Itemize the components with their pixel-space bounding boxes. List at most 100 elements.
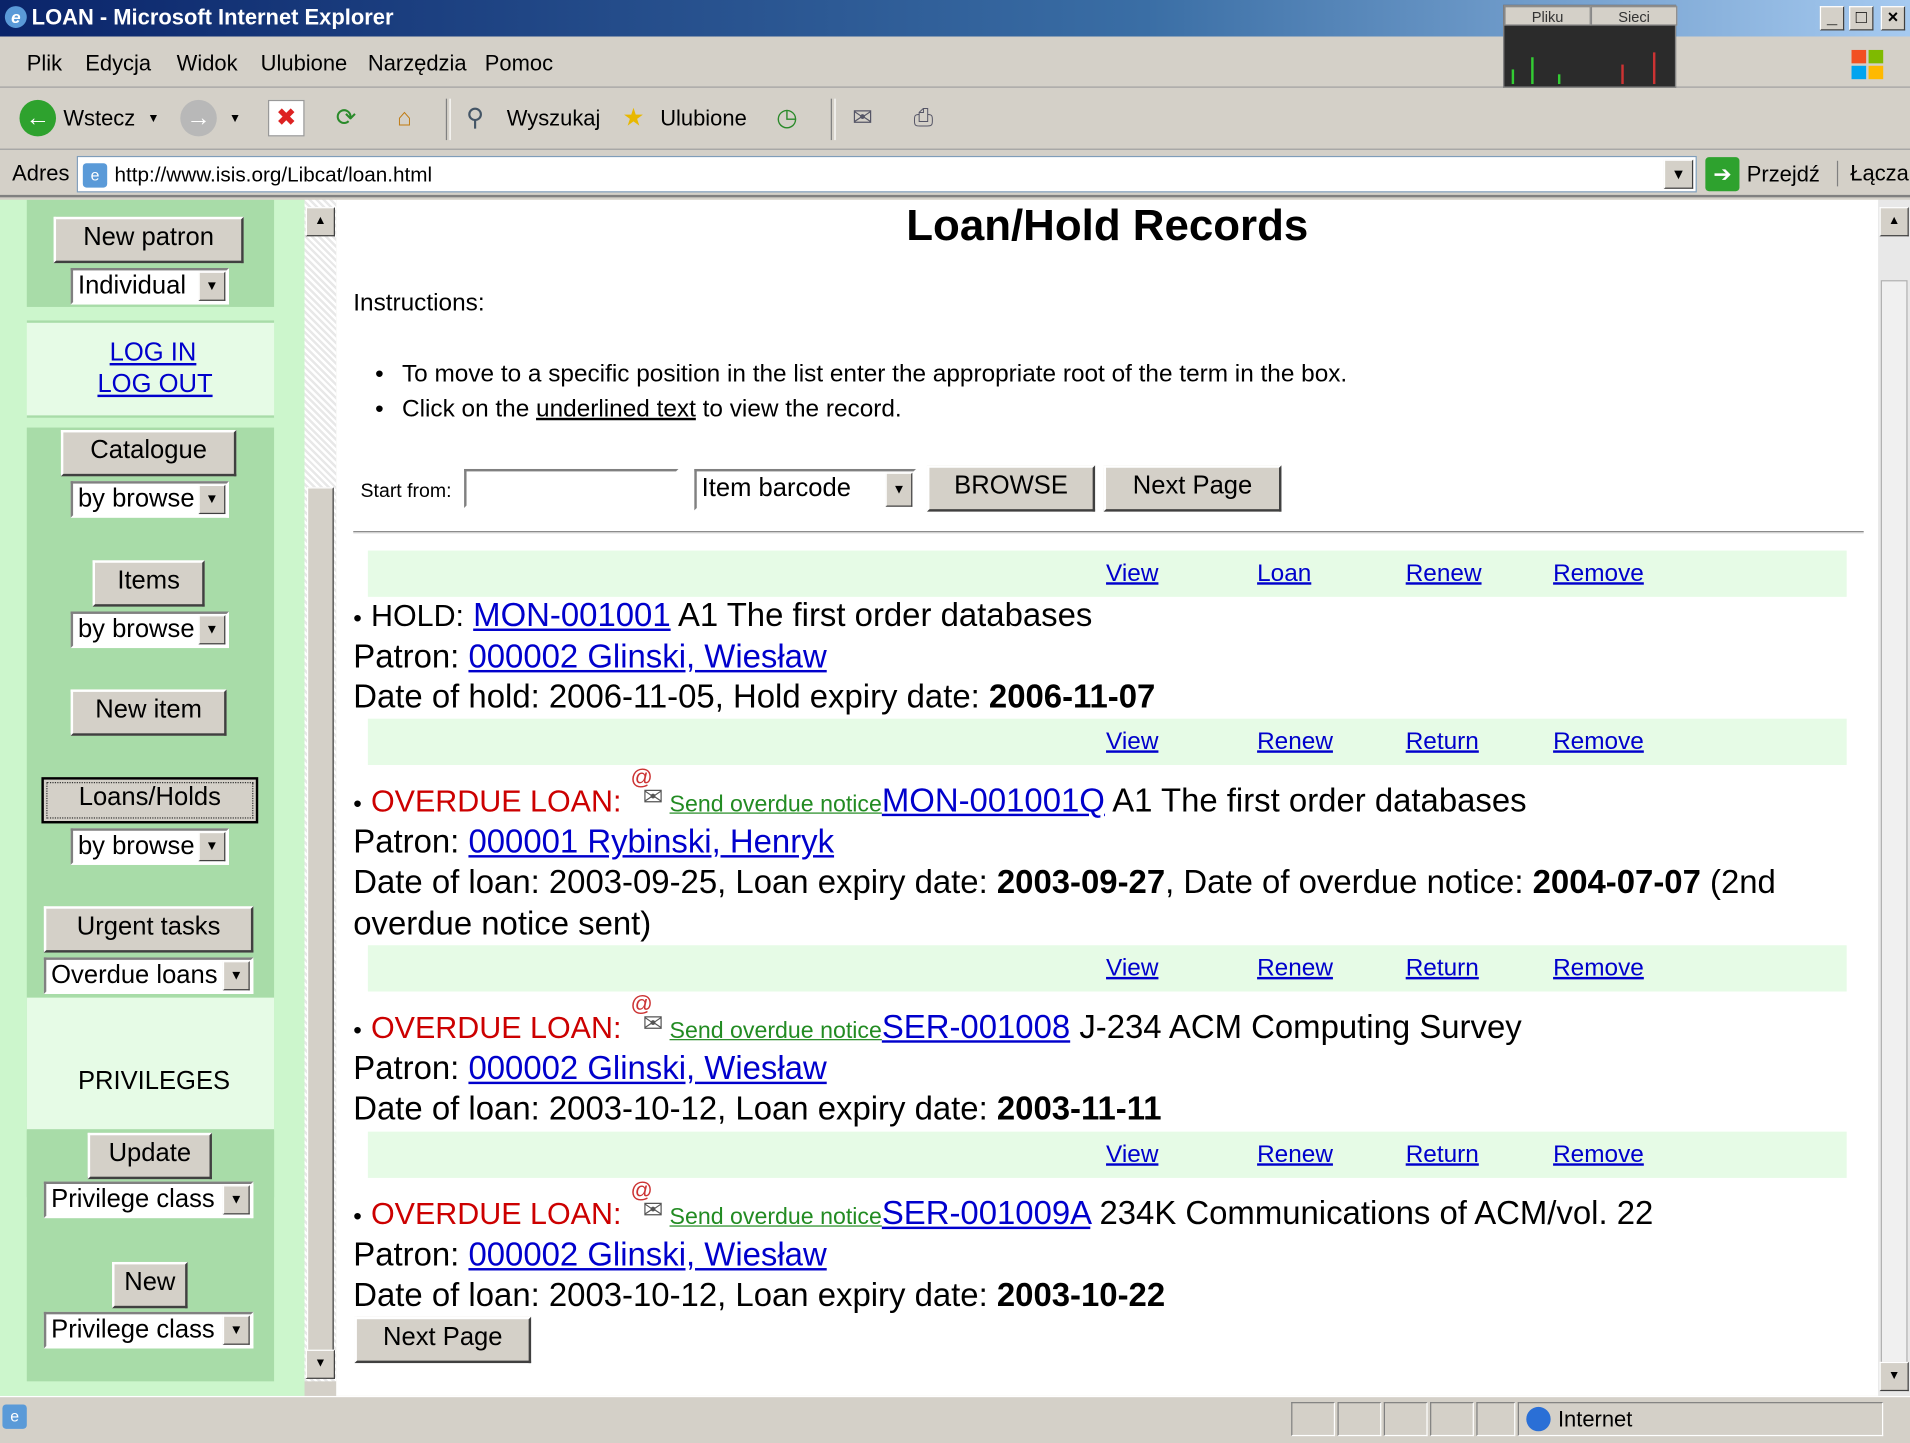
- date-label: Date of loan:: [353, 863, 549, 901]
- logout-link[interactable]: LOG OUT: [97, 370, 212, 399]
- browse-button[interactable]: BROWSE: [926, 465, 1096, 512]
- item-barcode-link[interactable]: SER-001008: [882, 1009, 1070, 1046]
- browse-by-select[interactable]: Item barcode ▼: [694, 468, 917, 511]
- urgent-tasks-button[interactable]: Urgent tasks: [43, 906, 254, 953]
- patron-type-value: Individual: [77, 271, 187, 300]
- login-link[interactable]: LOG IN: [110, 339, 197, 368]
- menu-widok[interactable]: Widok: [177, 51, 238, 77]
- items-button[interactable]: Items: [92, 560, 205, 607]
- send-notice-link[interactable]: Send overdue notice: [670, 1205, 882, 1231]
- favorites-button[interactable]: ★ Ulubione: [616, 99, 746, 138]
- toolbar: ← Wstecz ▼ → ▼ ✖ ⟳ ⌂ ⚲ Wyszukaj ★ Ulubio…: [0, 88, 1910, 150]
- renew-link[interactable]: Renew: [1257, 1141, 1333, 1169]
- record-dates-continued: overdue notice sent): [353, 905, 651, 943]
- print-button[interactable]: ⎙: [906, 99, 940, 138]
- item-barcode-link[interactable]: MON-001001Q: [882, 782, 1105, 819]
- patron-link[interactable]: 000002 Glinski, Wiesław: [468, 1236, 826, 1273]
- loans-holds-button[interactable]: Loans/Holds: [41, 777, 259, 824]
- loans-mode-select[interactable]: by browse ▼: [70, 828, 230, 865]
- remove-link[interactable]: Remove: [1553, 560, 1644, 588]
- forward-button[interactable]: → ▼: [180, 99, 241, 138]
- status-segment: [1337, 1402, 1382, 1437]
- search-button[interactable]: ⚲ Wyszukaj: [458, 99, 600, 138]
- address-input[interactable]: e http://www.isis.org/Libcat/loan.html ▼: [76, 155, 1697, 193]
- scroll-down-icon[interactable]: ▼: [1879, 1361, 1909, 1392]
- netmon-bar: [1557, 74, 1561, 85]
- navigation-scroll-thumb[interactable]: [306, 487, 334, 1353]
- renew-link[interactable]: Renew: [1257, 955, 1333, 983]
- new-item-button[interactable]: New item: [70, 689, 227, 736]
- return-link[interactable]: Return: [1406, 728, 1479, 756]
- item-barcode-link[interactable]: SER-001009A: [882, 1195, 1090, 1232]
- view-link[interactable]: View: [1106, 1141, 1158, 1169]
- view-link[interactable]: View: [1106, 560, 1158, 588]
- record-actions: View Renew Return Remove: [367, 1131, 1847, 1178]
- renew-link[interactable]: Renew: [1257, 728, 1333, 756]
- menu-edycja[interactable]: Edycja: [85, 51, 151, 77]
- patron-link[interactable]: 000001 Rybinski, Henryk: [468, 823, 834, 860]
- back-button[interactable]: ← Wstecz ▼: [19, 99, 159, 138]
- close-button[interactable]: ×: [1880, 6, 1906, 31]
- record-dates: Date of loan: 2003-10-12, Loan expiry da…: [353, 1277, 1165, 1315]
- new-mode-select[interactable]: Privilege class ▼: [43, 1311, 254, 1349]
- menu-ulubione[interactable]: Ulubione: [261, 51, 348, 77]
- menu-narzedzia[interactable]: Narzędzia: [368, 51, 467, 77]
- renew-link[interactable]: Renew: [1406, 560, 1482, 588]
- send-notice-link[interactable]: Send overdue notice: [670, 792, 882, 818]
- patron-link[interactable]: 000002 Glinski, Wiesław: [468, 638, 826, 675]
- minimize-button[interactable]: _: [1819, 6, 1845, 31]
- return-link[interactable]: Return: [1406, 955, 1479, 983]
- search-label: Wyszukaj: [506, 105, 601, 130]
- scroll-up-icon[interactable]: ▲: [1879, 207, 1909, 237]
- view-link[interactable]: View: [1106, 955, 1158, 983]
- record-dates: Date of hold: 2006-11-05, Hold expiry da…: [353, 678, 1155, 716]
- history-button[interactable]: ◷: [770, 99, 804, 138]
- netmon-bar: [1652, 52, 1656, 85]
- menu-pomoc[interactable]: Pomoc: [485, 51, 553, 77]
- next-page-bottom-button[interactable]: Next Page: [354, 1316, 532, 1364]
- home-button[interactable]: ⌂: [387, 99, 421, 138]
- view-link[interactable]: View: [1106, 728, 1158, 756]
- send-notice-link[interactable]: Send overdue notice: [670, 1018, 882, 1044]
- remove-link[interactable]: Remove: [1553, 955, 1644, 983]
- urgent-mode-select[interactable]: Overdue loans ▼: [43, 957, 254, 994]
- maximize-button[interactable]: □: [1849, 6, 1874, 31]
- remove-link[interactable]: Remove: [1553, 728, 1644, 756]
- stop-button[interactable]: ✖: [267, 99, 305, 138]
- scroll-down-icon[interactable]: ▼: [305, 1349, 335, 1379]
- items-mode-select[interactable]: by browse ▼: [70, 611, 230, 649]
- mail-notice-icon[interactable]: @ ✉: [631, 992, 670, 1043]
- next-page-top-button[interactable]: Next Page: [1103, 465, 1282, 512]
- patron-type-select[interactable]: Individual ▼: [70, 267, 230, 305]
- update-mode-select[interactable]: Privilege class ▼: [43, 1181, 254, 1219]
- mail-button[interactable]: ✉: [845, 99, 879, 138]
- mail-notice-icon[interactable]: @ ✉: [631, 1178, 670, 1229]
- start-from-label: Start from:: [360, 481, 452, 502]
- mail-notice-icon[interactable]: @ ✉: [631, 765, 670, 816]
- go-button[interactable]: ➔ Przejdź: [1705, 156, 1820, 193]
- loans-mode-value: by browse: [77, 831, 195, 860]
- content-scroll-thumb[interactable]: [1880, 280, 1908, 1365]
- new-privilege-button[interactable]: New: [112, 1261, 188, 1309]
- remove-link[interactable]: Remove: [1553, 1141, 1644, 1169]
- item-barcode-link[interactable]: MON-001001: [473, 597, 670, 634]
- chevron-down-icon: ▼: [198, 271, 226, 301]
- start-from-input[interactable]: [464, 468, 679, 508]
- window-title: LOAN - Microsoft Internet Explorer: [31, 4, 394, 30]
- loan-link[interactable]: Loan: [1257, 560, 1311, 588]
- update-button[interactable]: Update: [87, 1132, 212, 1180]
- navigation-frame: New patron Individual ▼ LOG IN LOG OUT C…: [0, 199, 305, 1396]
- chevron-down-icon[interactable]: ▼: [1663, 159, 1694, 189]
- scroll-up-icon[interactable]: ▲: [305, 207, 335, 237]
- catalogue-mode-select[interactable]: by browse ▼: [70, 481, 230, 518]
- return-link[interactable]: Return: [1406, 1141, 1479, 1169]
- chevron-down-icon: ▼: [229, 111, 242, 125]
- windows-logo-icon: [1844, 46, 1890, 83]
- refresh-button[interactable]: ⟳: [329, 99, 363, 138]
- catalogue-button[interactable]: Catalogue: [60, 429, 237, 477]
- patron-link[interactable]: 000002 Glinski, Wiesław: [468, 1050, 826, 1087]
- privileges-header-panel: [26, 997, 275, 1130]
- new-patron-button[interactable]: New patron: [53, 216, 244, 264]
- menu-plik[interactable]: Plik: [27, 51, 62, 77]
- links-button[interactable]: Łącza: [1836, 160, 1909, 187]
